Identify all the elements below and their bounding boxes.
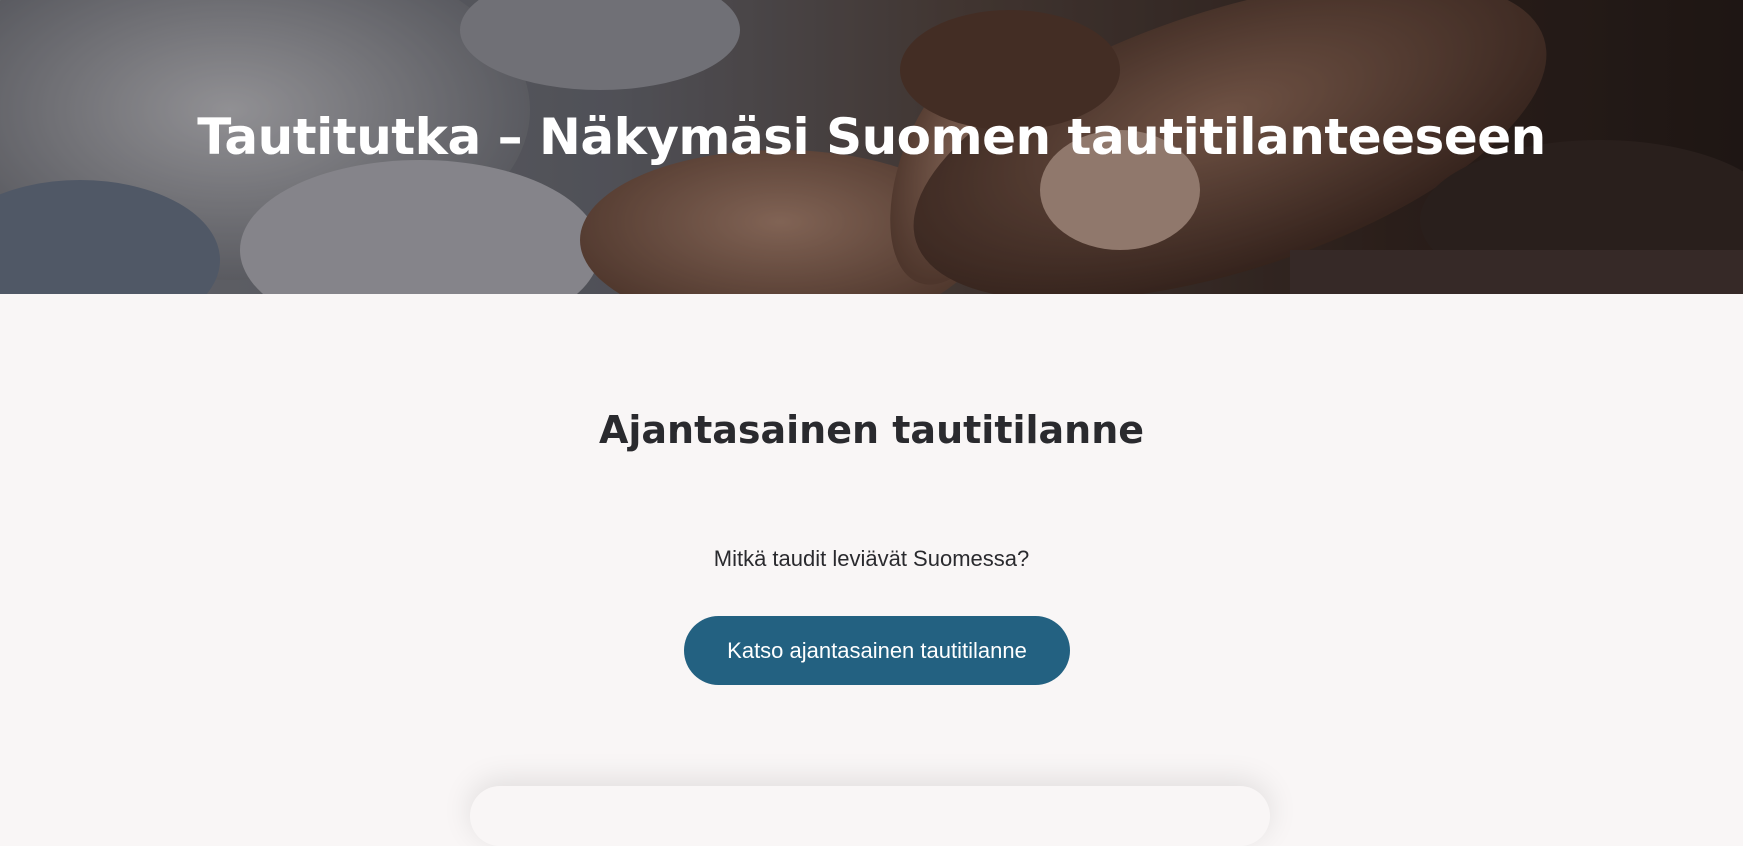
section-lead-text: Mitkä taudit leviävät Suomessa? [713, 546, 1030, 571]
next-card-edge [470, 786, 1270, 846]
hero-banner: Tautitutka – Näkymäsi Suomen tautitilant… [0, 0, 1743, 294]
main-content: Ajantasainen tautitilanne Mitkä taudit l… [0, 294, 1743, 809]
section-title: Ajantasainen tautitilanne [598, 408, 1145, 452]
hero-title: Tautitutka – Näkymäsi Suomen tautitilant… [197, 108, 1546, 166]
view-disease-situation-button[interactable]: Katso ajantasainen tautitilanne [684, 616, 1070, 685]
